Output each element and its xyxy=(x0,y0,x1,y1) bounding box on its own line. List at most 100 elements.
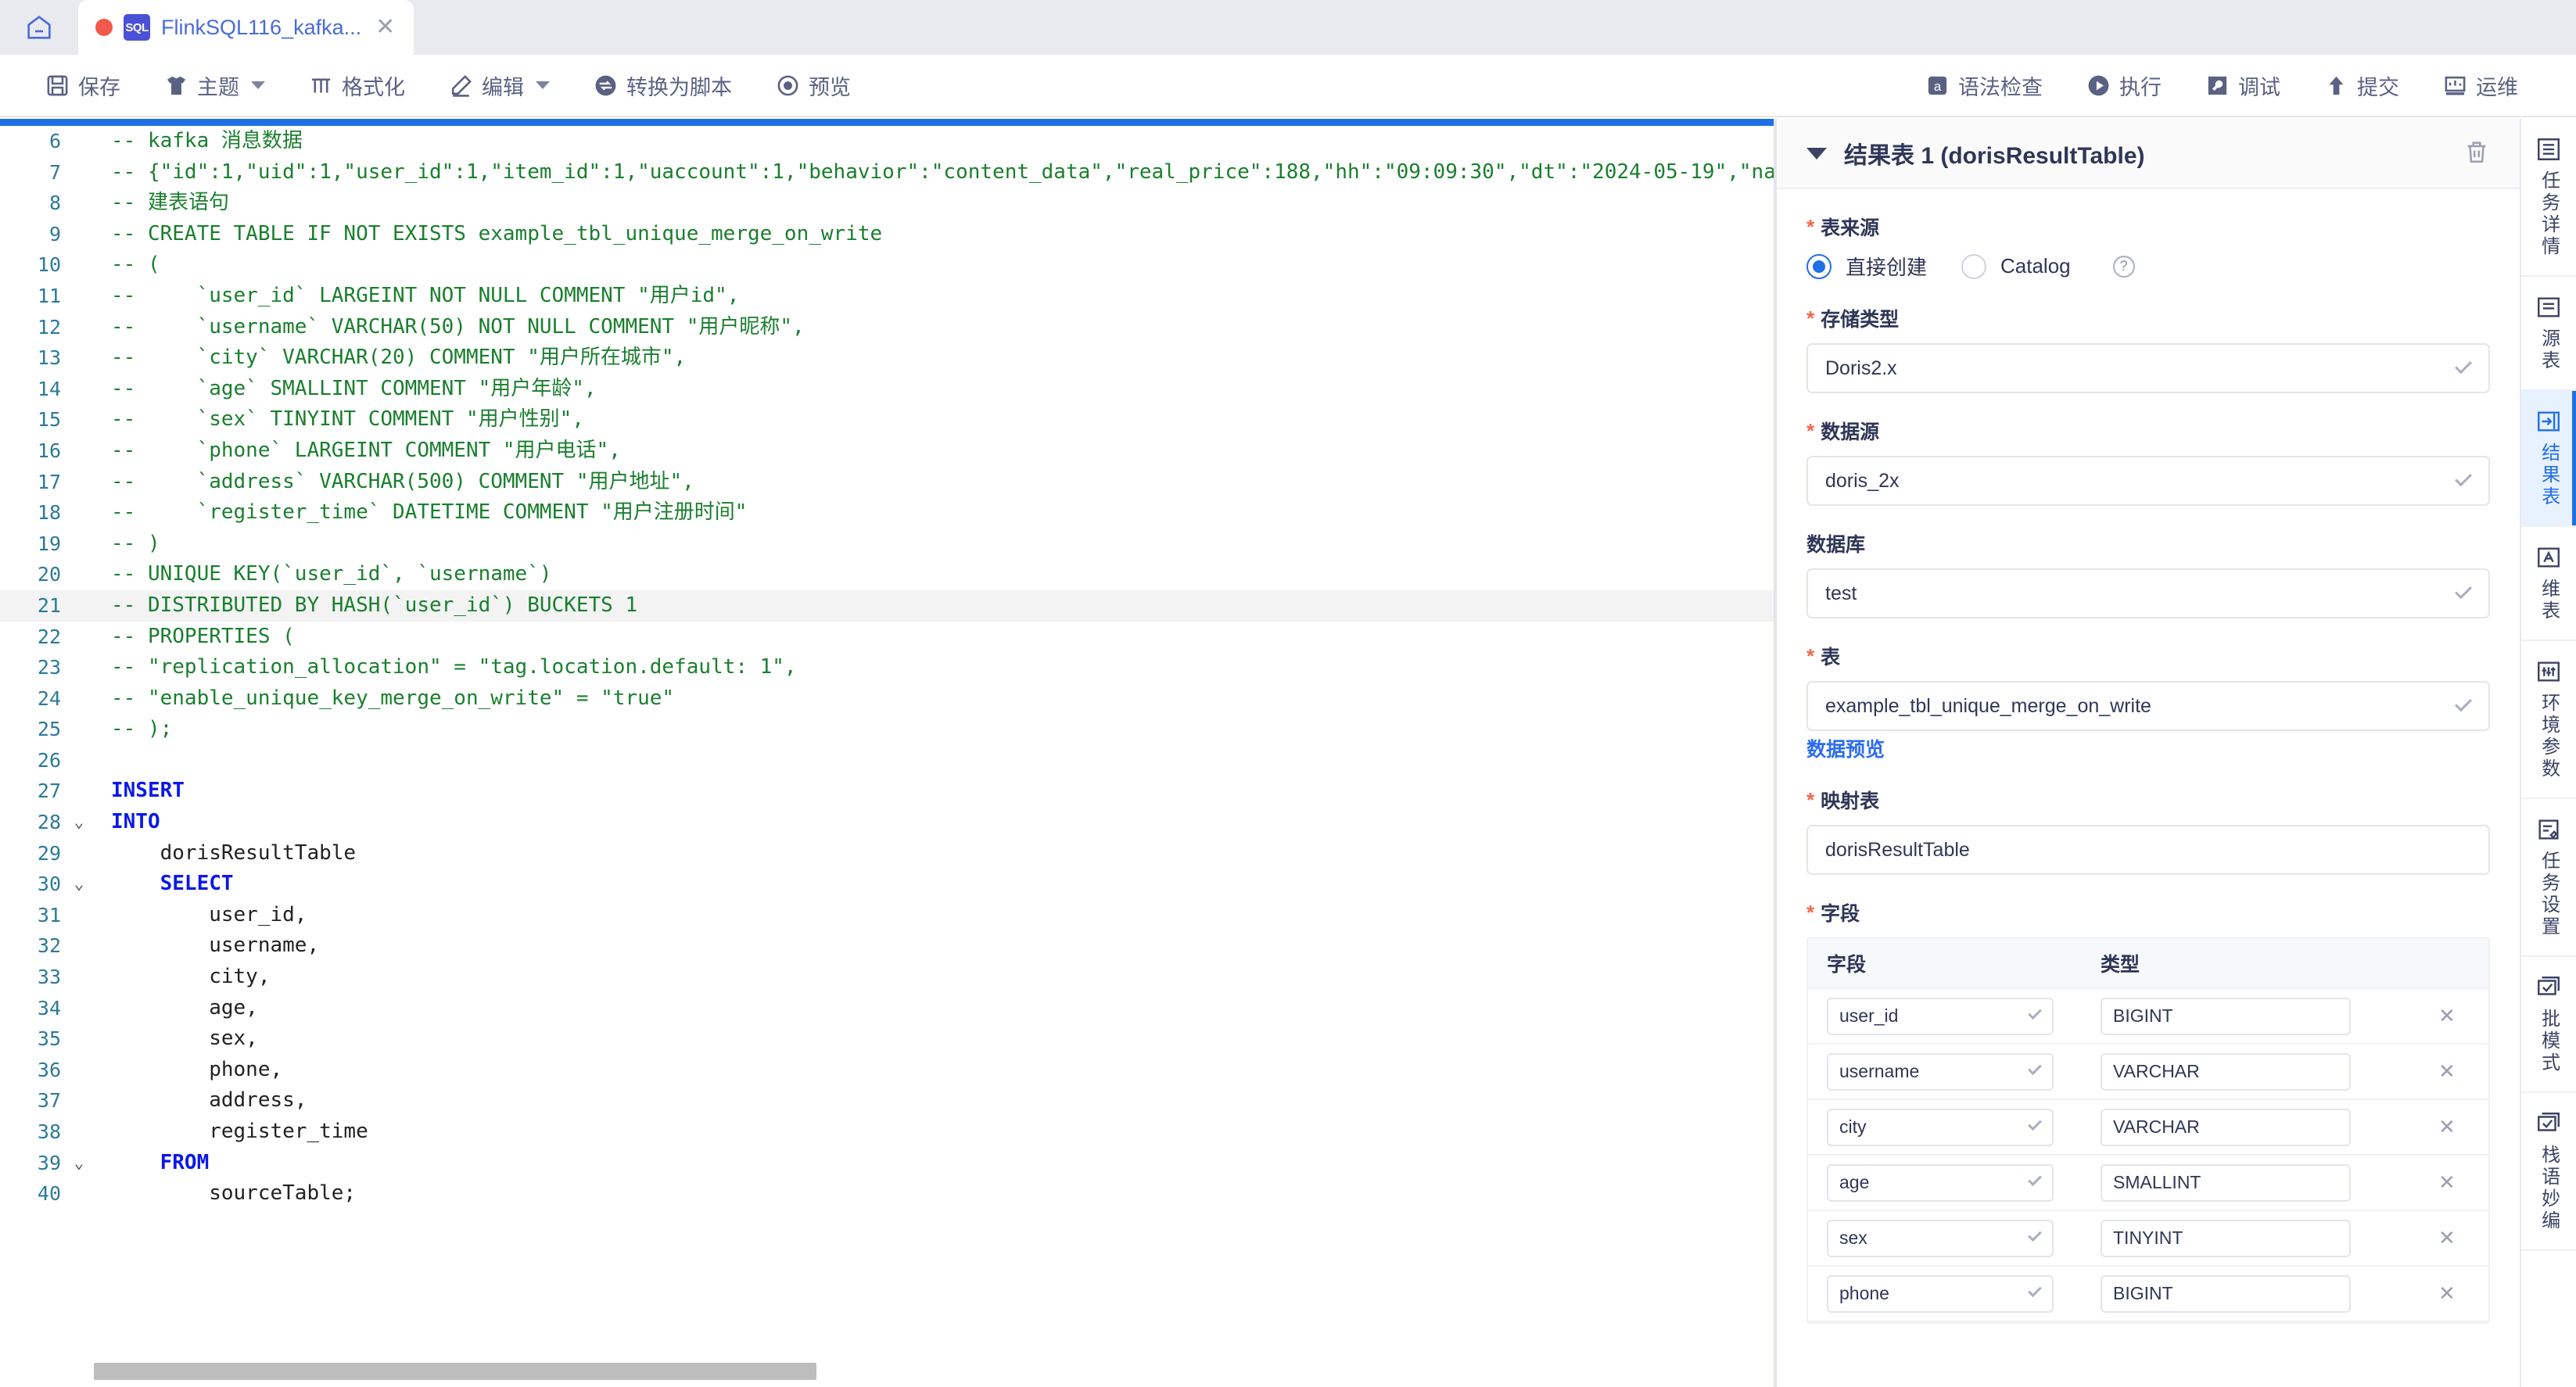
database-label-row: 数据库 xyxy=(1806,529,2490,557)
remove-field-button[interactable]: ✕ xyxy=(2438,1115,2456,1138)
field-type-input[interactable]: BIGINT xyxy=(2101,1274,2351,1313)
remove-field-button[interactable]: ✕ xyxy=(2438,1226,2456,1249)
field-name-select[interactable]: username xyxy=(1827,1052,2054,1091)
code-line[interactable]: 28 ⌄ INTO xyxy=(0,807,1774,838)
rail-item-0[interactable]: 任务详情 xyxy=(2521,119,2576,277)
rail-item-3[interactable]: 维表 xyxy=(2521,527,2576,641)
code-line[interactable]: 21 -- DISTRIBUTED BY HASH(`user_id`) BUCK… xyxy=(0,590,1774,622)
code-line[interactable]: 22 -- PROPERTIES ( xyxy=(0,622,1774,653)
field-type-input[interactable]: BIGINT xyxy=(2101,997,2351,1035)
code-line[interactable]: 37 address, xyxy=(0,1085,1774,1116)
home-button[interactable] xyxy=(0,0,78,55)
code-line[interactable]: 35 sex, xyxy=(0,1023,1774,1055)
field-type-input[interactable]: VARCHAR xyxy=(2101,1108,2351,1146)
code-line[interactable]: 17 -- `address` VARCHAR(500) COMMENT "用户地… xyxy=(0,467,1774,498)
code-line[interactable]: 13 -- `city` VARCHAR(20) COMMENT "用户所在城市"… xyxy=(0,342,1774,374)
code-line[interactable]: 15 -- `sex` TINYINT COMMENT "用户性别", xyxy=(0,404,1774,435)
ops-monitor-icon xyxy=(2445,76,2466,95)
rail-item-6[interactable]: 批模式 xyxy=(2521,957,2576,1093)
remove-field-button[interactable]: ✕ xyxy=(2438,1170,2456,1194)
fold-chevron-down-icon[interactable]: ⌄ xyxy=(61,1148,97,1179)
radio-catalog-label[interactable]: Catalog xyxy=(2000,254,2071,278)
code-line[interactable]: 40 sourceTable; xyxy=(0,1178,1774,1210)
theme-button[interactable]: 主题 xyxy=(142,62,287,109)
code-line[interactable]: 8 -- 建表语句 xyxy=(0,188,1774,219)
code-line[interactable]: 12 -- `username` VARCHAR(50) NOT NULL COM… xyxy=(0,312,1774,343)
rail-item-7[interactable]: 栈语妙编 xyxy=(2521,1093,2576,1251)
code-line[interactable]: 29 dorisResultTable xyxy=(0,838,1774,869)
submit-button[interactable]: 提交 xyxy=(2302,62,2421,109)
fold-chevron-down-icon[interactable]: ⌄ xyxy=(61,807,97,838)
syntax-check-button[interactable]: a 语法检查 xyxy=(1903,62,2065,109)
code-line[interactable]: 31 user_id, xyxy=(0,900,1774,931)
code-text: sex, xyxy=(111,1027,258,1051)
field-name-select[interactable]: phone xyxy=(1827,1274,2054,1313)
field-name-select[interactable]: sex xyxy=(1827,1219,2054,1257)
code-line[interactable]: 18 -- `register_time` DATETIME COMMENT "用… xyxy=(0,497,1774,529)
sql-editor[interactable]: 6 -- kafka 消息数据 7 -- {"id":1,"uid":1,"user_… xyxy=(0,119,1774,1387)
field-type-input[interactable]: VARCHAR xyxy=(2101,1052,2351,1091)
edit-button[interactable]: 编辑 xyxy=(427,62,572,109)
editor-horizontal-scrollbar[interactable] xyxy=(94,1363,816,1380)
code-line[interactable]: 19 -- ) xyxy=(0,529,1774,560)
code-line[interactable]: 27 INSERT xyxy=(0,776,1774,807)
rail-item-4[interactable]: 环境参数 xyxy=(2521,641,2576,799)
rail-item-1[interactable]: 源表 xyxy=(2521,277,2576,391)
save-button[interactable]: 保存 xyxy=(23,62,142,109)
code-line[interactable]: 38 register_time xyxy=(0,1116,1774,1148)
chevron-down-icon[interactable] xyxy=(251,81,265,89)
chevron-down-icon[interactable] xyxy=(536,81,550,89)
code-line[interactable]: 24 -- "enable_unique_key_merge_on_write" … xyxy=(0,683,1774,715)
code-line[interactable]: 25 -- ); xyxy=(0,714,1774,745)
field-name-select[interactable]: city xyxy=(1827,1108,2054,1146)
rail-item-2[interactable]: 结果表 xyxy=(2521,391,2576,527)
remove-field-button[interactable]: ✕ xyxy=(2438,1281,2456,1305)
code-line[interactable]: 10 -- ( xyxy=(0,249,1774,281)
delete-result-table-button[interactable] xyxy=(2463,138,2490,169)
code-line[interactable]: 33 city, xyxy=(0,962,1774,993)
code-line[interactable]: 16 -- `phone` LARGEINT COMMENT "用户电话", xyxy=(0,435,1774,467)
triangle-down-icon[interactable] xyxy=(1806,147,1827,159)
radio-direct-create[interactable] xyxy=(1806,253,1832,279)
preview-button[interactable]: 预览 xyxy=(754,62,873,109)
remove-field-button[interactable]: ✕ xyxy=(2438,1059,2456,1083)
code-line[interactable]: 9 -- CREATE TABLE IF NOT EXISTS example_t… xyxy=(0,219,1774,250)
field-name-select[interactable]: age xyxy=(1827,1163,2054,1202)
debug-button[interactable]: 调试 xyxy=(2183,62,2302,109)
close-icon[interactable]: ✕ xyxy=(372,16,398,39)
rail-item-5[interactable]: 任务设置 xyxy=(2521,799,2576,957)
code-line[interactable]: 11 -- `user_id` LARGEINT NOT NULL COMMENT… xyxy=(0,281,1774,312)
mapping-table-input[interactable]: dorisResultTable xyxy=(1806,825,2490,875)
code-line[interactable]: 34 age, xyxy=(0,993,1774,1024)
code-line[interactable]: 23 -- "replication_allocation" = "tag.loc… xyxy=(0,652,1774,683)
database-select[interactable]: test xyxy=(1806,568,2490,618)
convert-to-script-button[interactable]: 转换为脚本 xyxy=(572,62,754,109)
field-type-input[interactable]: SMALLINT xyxy=(2101,1163,2351,1202)
code-line[interactable]: 26 xyxy=(0,745,1774,776)
code-lines[interactable]: 6 -- kafka 消息数据 7 -- {"id":1,"uid":1,"user_… xyxy=(0,126,1774,1210)
code-text: -- ( xyxy=(111,253,160,277)
code-line[interactable]: 20 -- UNIQUE KEY(`user_id`, `username`) xyxy=(0,559,1774,590)
format-button[interactable]: 格式化 xyxy=(287,62,427,109)
question-circle-icon[interactable]: ? xyxy=(2112,255,2135,278)
field-name-select[interactable]: user_id xyxy=(1827,997,2054,1035)
code-line[interactable]: 32 username, xyxy=(0,930,1774,962)
code-line[interactable]: 7 -- {"id":1,"uid":1,"user_id":1,"item_id… xyxy=(0,157,1774,188)
code-line[interactable]: 30 ⌄ SELECT xyxy=(0,869,1774,900)
storage-type-select[interactable]: Doris2.x xyxy=(1806,343,2490,393)
field-type-input[interactable]: TINYINT xyxy=(2101,1219,2351,1257)
code-line[interactable]: 6 -- kafka 消息数据 xyxy=(0,126,1774,157)
data-preview-link[interactable]: 数据预览 xyxy=(1806,734,1885,762)
run-button[interactable]: 执行 xyxy=(2065,62,2183,109)
table-select[interactable]: example_tbl_unique_merge_on_write xyxy=(1806,681,2490,731)
radio-direct-create-label[interactable]: 直接创建 xyxy=(1846,252,1927,281)
datasource-select[interactable]: doris_2x xyxy=(1806,456,2490,506)
editor-tab[interactable]: SQL FlinkSQL116_kafka... ✕ xyxy=(78,0,414,55)
fold-chevron-down-icon[interactable]: ⌄ xyxy=(61,869,97,900)
radio-catalog[interactable] xyxy=(1961,253,1987,279)
code-line[interactable]: 39 ⌄ FROM xyxy=(0,1148,1774,1179)
code-line[interactable]: 14 -- `age` SMALLINT COMMENT "用户年龄", xyxy=(0,374,1774,405)
remove-field-button[interactable]: ✕ xyxy=(2438,1004,2456,1027)
ops-button[interactable]: 运维 xyxy=(2421,62,2540,109)
code-line[interactable]: 36 phone, xyxy=(0,1055,1774,1086)
